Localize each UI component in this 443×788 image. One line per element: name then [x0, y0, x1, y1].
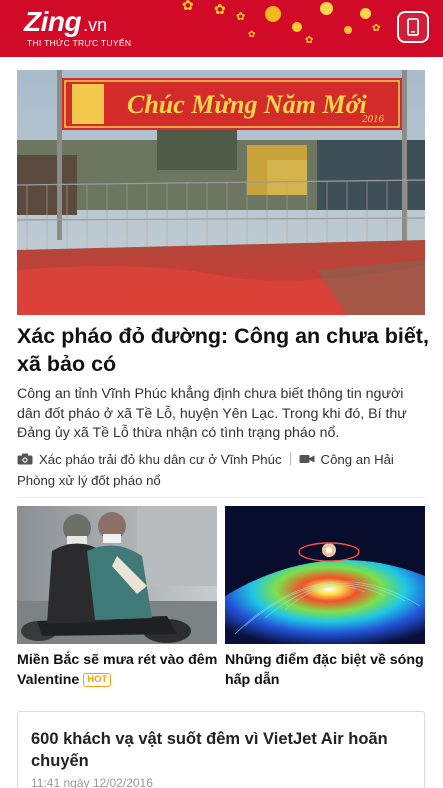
flower-decoration: ✿ — [372, 23, 381, 34]
logo-tld: .vn — [83, 15, 108, 35]
related-links: Xác pháo trải đỏ khu dân cư ở Vĩnh Phúc … — [17, 450, 429, 491]
related-link-photo[interactable]: Xác pháo trải đỏ khu dân cư ở Vĩnh Phúc — [39, 452, 282, 467]
site-tagline: THI THỨC TRỰC TUYẾN — [27, 38, 132, 48]
banner-year: 2016 — [362, 113, 385, 125]
hot-badge: HOT — [83, 673, 112, 687]
hero-summary: Công an tỉnh Vĩnh Phúc khẳng định chưa b… — [17, 386, 407, 441]
blossom-decoration — [320, 2, 333, 15]
mobile-phone-icon — [407, 18, 419, 36]
news-card-headline[interactable]: 600 khách vạ vật suốt đêm vì VietJet Air… — [31, 728, 416, 772]
news-card[interactable]: 600 khách vạ vật suốt đêm vì VietJet Air… — [17, 711, 425, 788]
hero-photo: Chúc Mừng Năm Mới 2016 — [17, 70, 425, 315]
mobile-menu-button[interactable] — [397, 11, 429, 43]
card-headline-gravity[interactable]: Những điểm đặc biệt về sóng hấp dẫn — [225, 650, 430, 690]
site-logo[interactable]: Zing .vn — [24, 6, 108, 37]
card-headline-text: Miền Bắc sẽ mưa rét vào đêm Valentine — [17, 652, 218, 688]
video-camera-icon — [299, 455, 315, 463]
card-image-gravity[interactable] — [225, 506, 425, 644]
section-divider — [17, 497, 425, 498]
flower-decoration: ✿ — [305, 35, 314, 46]
blossom-decoration — [360, 8, 371, 19]
blossom-decoration — [344, 26, 352, 34]
motorbike-photo — [17, 506, 217, 644]
card-headline-weather[interactable]: Miền Bắc sẽ mưa rét vào đêm Valentine HOT — [17, 650, 222, 690]
camera-icon — [17, 453, 33, 465]
logo-text: Zing — [24, 6, 82, 37]
gravitational-wave-image — [225, 506, 425, 644]
flower-decoration: ✿ — [214, 1, 226, 17]
banner-text: Chúc Mừng Năm Mới — [127, 90, 368, 119]
flower-decoration: ✿ — [248, 29, 256, 39]
blossom-decoration — [265, 6, 281, 22]
flower-decoration: ✿ — [182, 0, 194, 13]
link-separator — [289, 452, 291, 465]
site-header: ✿ ✿ ✿ ✿ ✿ ✿ Zing .vn THI THỨC TRỰC TUYẾN — [0, 0, 443, 57]
flower-decoration: ✿ — [236, 11, 246, 23]
news-card-timestamp: 11:41 ngày 12/02/2016 — [31, 776, 153, 788]
hero-headline[interactable]: Xác pháo đỏ đường: Công an chưa biết, xã… — [17, 322, 429, 378]
card-image-weather[interactable] — [17, 506, 217, 644]
blossom-decoration — [292, 22, 302, 32]
hero-image[interactable]: Chúc Mừng Năm Mới 2016 — [17, 70, 425, 315]
